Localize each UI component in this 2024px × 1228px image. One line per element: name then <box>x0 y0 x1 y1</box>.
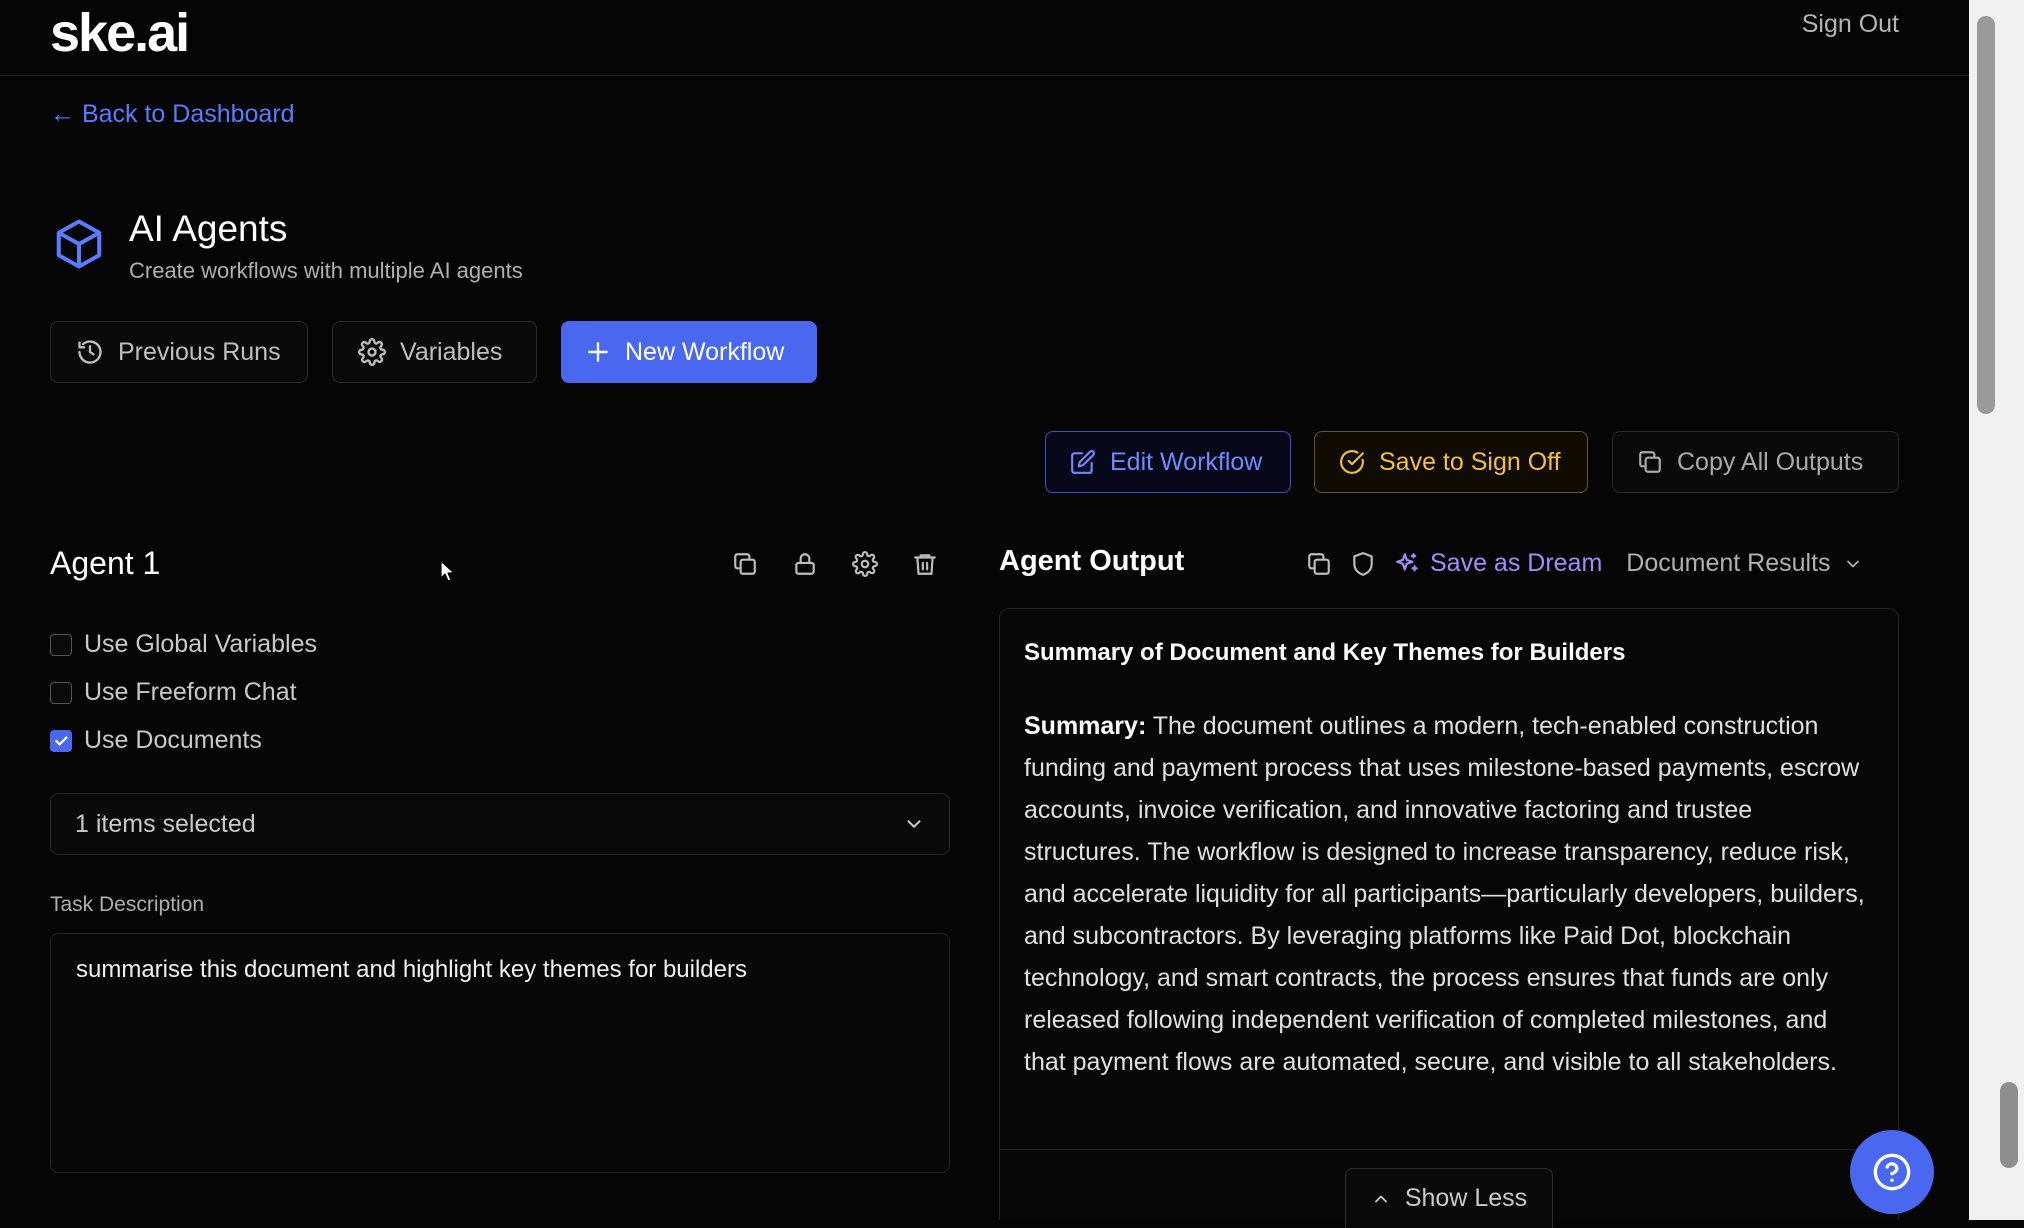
save-as-dream-button[interactable]: Save as Dream <box>1394 549 1602 578</box>
gear-icon <box>358 338 386 366</box>
use-global-variables-option[interactable]: Use Global Variables <box>50 630 317 659</box>
output-toolbar: Save as Dream Document Results <box>1306 549 1863 578</box>
copy-all-outputs-button[interactable]: Copy All Outputs <box>1612 431 1899 493</box>
checkmark-icon <box>55 736 68 745</box>
previous-runs-label: Previous Runs <box>118 337 281 366</box>
summary-text: The document outlines a modern, tech-ena… <box>1024 712 1865 1076</box>
use-global-variables-checkbox[interactable] <box>50 633 72 656</box>
page-title: AI Agents <box>129 208 288 249</box>
plus-icon <box>585 339 611 365</box>
show-less-label: Show Less <box>1404 1184 1528 1212</box>
mouse-pointer-icon <box>440 560 456 584</box>
save-to-sign-off-label: Save to Sign Off <box>1379 447 1561 476</box>
show-less-button[interactable]: Show Less <box>1345 1168 1553 1228</box>
variables-label: Variables <box>400 337 503 366</box>
shield-icon[interactable] <box>1350 551 1376 577</box>
agent-output-title: Agent Output <box>999 545 1185 577</box>
trash-icon[interactable] <box>912 551 938 577</box>
back-to-dashboard-link[interactable]: ← Back to Dashboard <box>50 100 295 129</box>
sparkles-icon <box>1394 551 1420 577</box>
use-freeform-chat-label: Use Freeform Chat <box>84 678 297 706</box>
duplicate-agent-icon[interactable] <box>732 551 758 577</box>
check-circle-icon <box>1339 449 1365 475</box>
document-results-dropdown[interactable]: Document Results <box>1626 549 1862 578</box>
previous-runs-button[interactable]: Previous Runs <box>50 321 308 383</box>
use-documents-label: Use Documents <box>84 726 262 754</box>
inner-scrollbar-thumb[interactable] <box>2000 1082 2018 1168</box>
use-global-variables-label: Use Global Variables <box>84 630 317 658</box>
edit-workflow-button[interactable]: Edit Workflow <box>1045 431 1291 493</box>
save-as-dream-label: Save as Dream <box>1430 549 1603 577</box>
new-workflow-label: New Workflow <box>625 337 785 366</box>
new-workflow-button[interactable]: New Workflow <box>561 321 817 383</box>
top-header: ske.ai Sign Out <box>0 0 1969 76</box>
agent-toolbar <box>732 551 938 577</box>
lock-icon[interactable] <box>792 551 818 577</box>
use-freeform-chat-option[interactable]: Use Freeform Chat <box>50 678 297 707</box>
chevron-down-icon <box>903 813 925 835</box>
save-to-sign-off-button[interactable]: Save to Sign Off <box>1314 431 1588 493</box>
copy-output-icon[interactable] <box>1306 551 1332 577</box>
scrollbar-thumb[interactable] <box>1977 16 1995 414</box>
use-freeform-chat-checkbox[interactable] <box>50 681 72 704</box>
help-button[interactable] <box>1850 1130 1934 1214</box>
use-documents-option[interactable]: Use Documents <box>50 726 262 755</box>
output-heading: Summary of Document and Key Themes for B… <box>1024 639 1626 666</box>
copy-icon <box>1637 449 1663 475</box>
agent-output-panel: Summary of Document and Key Themes for B… <box>999 608 1900 1220</box>
chevron-down-icon <box>1843 554 1863 574</box>
document-results-label: Document Results <box>1626 549 1831 577</box>
summary-label: Summary: <box>1024 712 1147 740</box>
agent-settings-icon[interactable] <box>852 551 878 577</box>
chevron-up-icon <box>1371 1189 1391 1209</box>
documents-select[interactable]: 1 items selected <box>50 793 950 855</box>
edit-icon <box>1070 449 1096 475</box>
page-subtitle: Create workflows with multiple AI agents <box>129 258 523 283</box>
documents-select-value: 1 items selected <box>75 809 256 838</box>
variables-button[interactable]: Variables <box>332 321 537 383</box>
app-logo[interactable]: ske.ai <box>50 2 190 64</box>
help-icon <box>1872 1152 1912 1192</box>
copy-all-outputs-label: Copy All Outputs <box>1677 447 1864 476</box>
history-icon <box>76 338 104 366</box>
cube-icon <box>52 215 106 273</box>
task-description-textarea[interactable]: summarise this document and highlight ke… <box>50 933 950 1173</box>
sign-out-link[interactable]: Sign Out <box>1802 10 1899 39</box>
output-divider <box>1000 1149 1900 1150</box>
use-documents-checkbox[interactable] <box>50 729 72 752</box>
output-summary: Summary: The document outlines a modern,… <box>1024 705 1874 1083</box>
edit-workflow-label: Edit Workflow <box>1110 447 1263 476</box>
task-description-label: Task Description <box>50 893 205 916</box>
agent-title: Agent 1 <box>50 545 161 581</box>
